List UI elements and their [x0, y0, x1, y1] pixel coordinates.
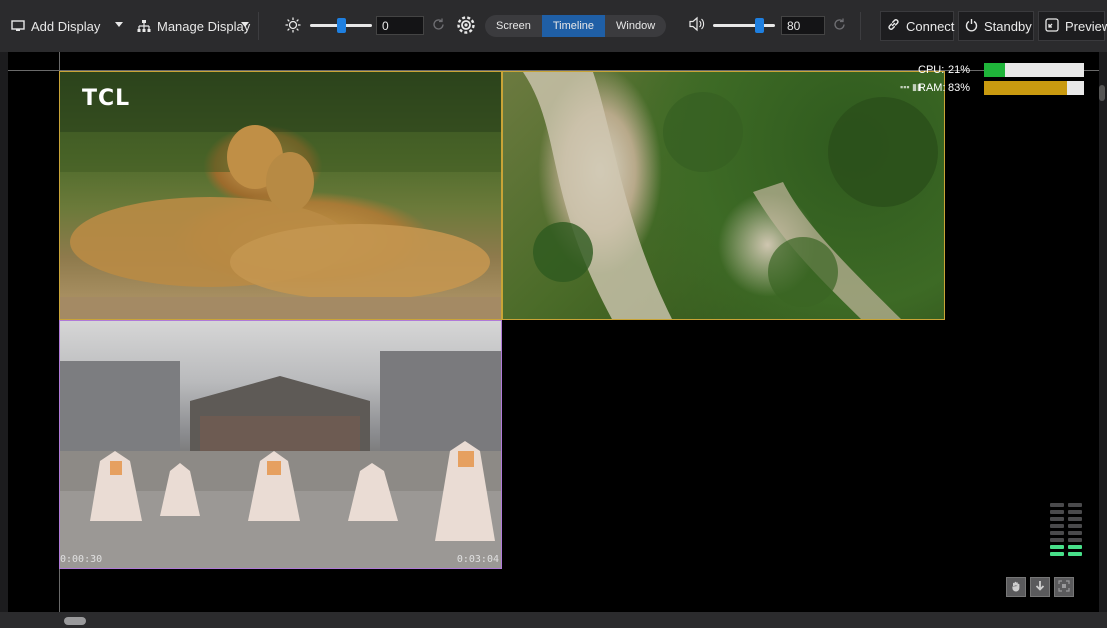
- connect-button[interactable]: Connect: [880, 11, 954, 41]
- manage-display-button[interactable]: Manage Display: [136, 11, 250, 41]
- volume-thumb[interactable]: [755, 18, 764, 33]
- manage-display-label: Manage Display: [157, 18, 251, 34]
- dancers-video-image: [60, 351, 501, 568]
- ram-bar: [984, 81, 1084, 95]
- meter-segment-active: [1050, 545, 1064, 549]
- divider: [258, 12, 259, 40]
- video-window-aerial[interactable]: ▪▪▪ ▮▮: [502, 71, 945, 320]
- add-display-button[interactable]: Add Display: [10, 11, 100, 41]
- view-gear-icon[interactable]: [455, 14, 477, 39]
- cpu-bar: [984, 63, 1084, 77]
- volume-value-input[interactable]: 80: [781, 16, 825, 35]
- video-window-dancers[interactable]: 0:00:30 0:03:04: [59, 320, 502, 569]
- meter-segment: [1068, 531, 1082, 535]
- monitor-icon: [10, 18, 26, 34]
- hand-tool-button[interactable]: [1006, 577, 1026, 597]
- ram-bar-fill: [984, 81, 1067, 95]
- fit-screen-button[interactable]: [1054, 577, 1074, 597]
- link-icon: [887, 18, 900, 34]
- sun-icon: [285, 17, 301, 36]
- divider: [860, 12, 861, 40]
- ram-row: RAM: 83%: [918, 80, 1088, 96]
- video-time-end: 0:03:04: [456, 554, 499, 565]
- meter-segment: [1050, 517, 1064, 521]
- meter-segment: [1050, 503, 1064, 507]
- volume-slider[interactable]: [713, 17, 775, 33]
- cpu-label: CPU:: [918, 64, 945, 76]
- meter-right-channel: [1068, 503, 1082, 569]
- view-mode-switch: Screen Timeline Window: [485, 15, 667, 37]
- meter-segment: [1068, 510, 1082, 514]
- meter-segment: [1068, 517, 1082, 521]
- brightness-slider[interactable]: [310, 17, 372, 33]
- speaker-icon[interactable]: [688, 16, 706, 35]
- standby-button[interactable]: Standby: [958, 11, 1034, 41]
- meter-left-channel: [1050, 503, 1064, 569]
- video-time-start: 0:00:30: [60, 554, 103, 565]
- download-button[interactable]: [1030, 577, 1050, 597]
- connect-label: Connect: [906, 18, 955, 34]
- meter-segment-active: [1068, 545, 1082, 549]
- manage-display-dropdown[interactable]: [241, 22, 249, 27]
- cpu-bar-fill: [984, 63, 1005, 77]
- cpu-row: CPU: 21%: [918, 62, 1088, 78]
- meter-segment: [1050, 531, 1064, 535]
- preview-button[interactable]: Preview: [1038, 11, 1107, 41]
- toolbar: Add Display Manage Display 0 Screen Time…: [0, 0, 1107, 52]
- cpu-value: 21%: [948, 64, 971, 76]
- horizontal-scrollbar[interactable]: [0, 612, 1107, 628]
- ram-value: 83%: [948, 82, 971, 94]
- vertical-scrollbar-thumb[interactable]: [1099, 85, 1105, 101]
- hand-icon: [1010, 580, 1022, 595]
- power-icon: [965, 18, 978, 35]
- tab-screen[interactable]: Screen: [485, 15, 542, 37]
- chevron-down-icon: [241, 22, 249, 27]
- volume-value: 80: [787, 18, 801, 33]
- standby-label: Standby: [984, 18, 1032, 34]
- ram-label: RAM:: [918, 82, 946, 94]
- brightness-value: 0: [382, 18, 389, 33]
- aerial-forest-video-image: [523, 72, 938, 319]
- fit-screen-icon: [1058, 579, 1070, 595]
- meter-segment: [1050, 510, 1064, 514]
- meter-segment: [1068, 524, 1082, 528]
- add-display-label: Add Display: [31, 18, 101, 34]
- reset-icon[interactable]: [832, 17, 847, 35]
- meter-segment: [1068, 503, 1082, 507]
- tab-window[interactable]: Window: [605, 15, 666, 37]
- horizontal-scrollbar-thumb[interactable]: [64, 617, 86, 625]
- tcl-logo-text: TCL: [82, 86, 131, 111]
- resource-monitor: CPU: 21% RAM: 83%: [918, 62, 1088, 98]
- reset-icon[interactable]: [431, 17, 446, 35]
- preview-icon: [1045, 17, 1059, 35]
- meter-segment-active: [1068, 552, 1082, 556]
- meter-segment: [1050, 524, 1064, 528]
- preview-label: Preview: [1065, 18, 1107, 34]
- video-window-cheetah[interactable]: TCL: [59, 71, 502, 320]
- arrow-down-icon: [1034, 580, 1046, 595]
- brightness-value-input[interactable]: 0: [376, 16, 424, 35]
- meter-segment-active: [1050, 552, 1064, 556]
- tab-timeline[interactable]: Timeline: [541, 15, 606, 37]
- brightness-thumb[interactable]: [337, 18, 346, 33]
- add-display-dropdown[interactable]: [115, 22, 123, 27]
- canvas-tools: [1006, 577, 1074, 597]
- chevron-down-icon: [115, 22, 123, 27]
- volume-track: [713, 24, 775, 27]
- meter-segment: [1050, 538, 1064, 542]
- sitemap-icon: [136, 18, 152, 34]
- meter-segment: [1068, 538, 1082, 542]
- audio-level-meter: [1050, 503, 1088, 569]
